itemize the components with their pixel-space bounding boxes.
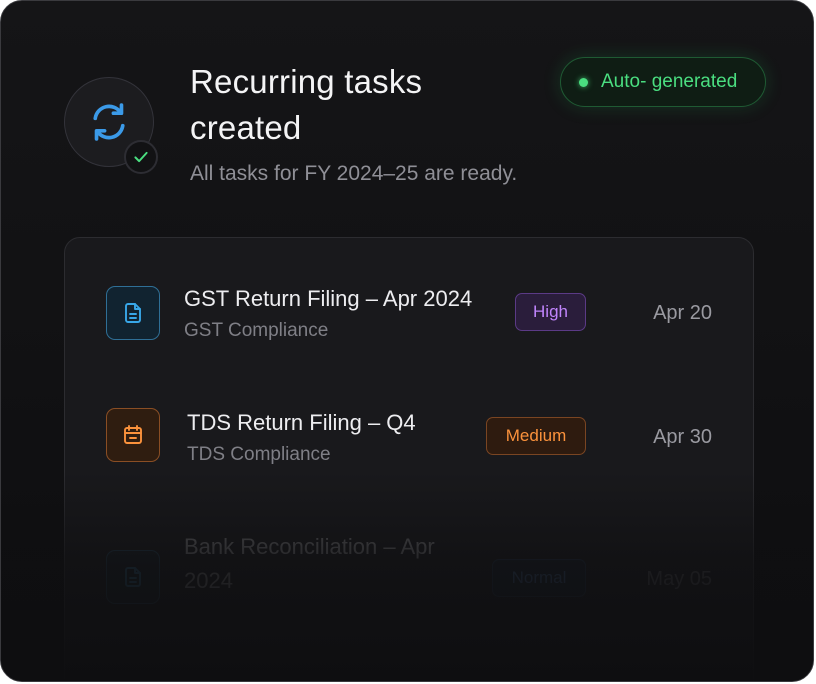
page-title: Recurring tasks created	[190, 63, 423, 146]
status-dot-icon	[579, 77, 588, 87]
check-icon	[134, 151, 148, 163]
task-icon-tile	[106, 550, 160, 604]
task-icon-tile	[106, 286, 160, 340]
task-due-date: May 05	[646, 568, 712, 590]
task-title: GST Return Filing – Apr 2024	[184, 286, 473, 311]
calendar-icon	[124, 425, 142, 444]
task-title: TDS Return Filing – Q4	[187, 410, 416, 435]
priority-badge-normal: Normal	[492, 559, 586, 597]
task-title-line1: Bank Reconciliation – Apr	[184, 534, 435, 559]
auto-generated-badge: Auto- generated	[560, 57, 766, 107]
document-icon	[125, 567, 141, 587]
task-title-line2: 2024	[184, 568, 233, 593]
task-icon-tile	[106, 408, 160, 462]
task-category: TDS Compliance	[187, 444, 331, 465]
task-due-date: Apr 20	[653, 302, 712, 324]
page-subtitle: All tasks for FY 2024–25 are ready.	[190, 162, 518, 185]
priority-badge-high: High	[515, 293, 586, 331]
task-category: GST Compliance	[184, 320, 329, 341]
auto-generated-label: Auto- generated	[601, 71, 738, 92]
refresh-icon	[93, 103, 125, 141]
check-badge	[124, 140, 158, 174]
document-icon	[125, 303, 141, 323]
recurring-tasks-card: Recurring tasks created All tasks for FY…	[0, 0, 814, 682]
priority-badge-medium: Medium	[486, 417, 586, 455]
task-due-date: Apr 30	[653, 426, 712, 448]
task-list: GST Return Filing – Apr 2024 GST Complia…	[64, 237, 754, 681]
